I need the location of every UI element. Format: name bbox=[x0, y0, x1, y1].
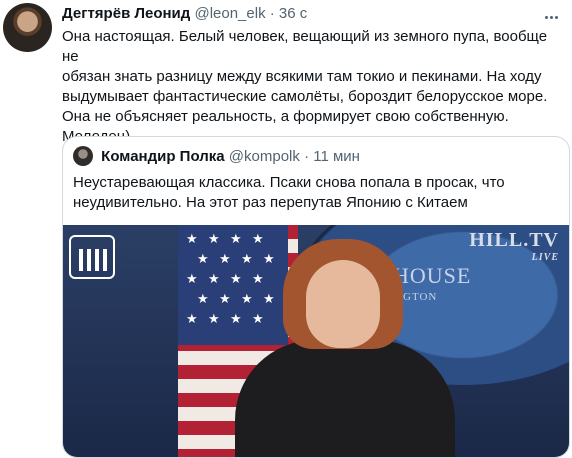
quoted-tweet-header: Командир Полка @kompolk · 11 мин bbox=[73, 146, 360, 166]
separator-dot: · bbox=[269, 5, 275, 22]
tweet-text: Она настоящая. Белый человек, вещающий и… bbox=[62, 28, 548, 145]
flag-canton: ★ ★ ★ ★ ★ ★ ★ ★ ★ ★ ★ ★ ★ ★ ★ ★ ★ ★ ★ ★ bbox=[178, 225, 288, 345]
tweet-time[interactable]: 36 с bbox=[279, 5, 307, 22]
background-text: HOUSE bbox=[393, 263, 472, 288]
quoted-author-handle: @kompolk bbox=[228, 148, 300, 165]
tweet-header: Дегтярёв Леонид @leon_elk · 36 с bbox=[62, 5, 552, 25]
person-body bbox=[235, 340, 455, 457]
quoted-author-avatar bbox=[73, 146, 93, 166]
watermark-sub: LIVE bbox=[531, 252, 559, 263]
quoted-media-image[interactable]: HOUSE GTON ★ ★ ★ ★ ★ ★ ★ ★ ★ ★ ★ ★ ★ ★ ★ ★ ★ ★ ★ ★ HILL… bbox=[63, 225, 569, 457]
background-text-2: GTON bbox=[403, 291, 438, 303]
quoted-tweet-text: Неустаревающая классика. Псаки снова поп… bbox=[73, 174, 505, 211]
author-handle[interactable]: @leon_elk bbox=[194, 5, 265, 22]
quoted-separator-dot: · bbox=[304, 148, 310, 165]
more-horizontal-icon[interactable] bbox=[544, 2, 560, 19]
quoted-author-name: Командир Полка bbox=[101, 148, 225, 165]
watermark-logo: HILL.TV LIVE bbox=[469, 229, 559, 267]
author-name[interactable]: Дегтярёв Леонид bbox=[62, 5, 190, 22]
author-avatar[interactable] bbox=[3, 3, 52, 52]
quoted-tweet-card[interactable]: Командир Полка @kompolk · 11 мин Неустар… bbox=[62, 136, 570, 458]
network-logo-icon bbox=[69, 235, 115, 279]
person-face bbox=[306, 260, 380, 348]
watermark-main: HILL.TV bbox=[469, 229, 559, 251]
quoted-tweet-time: 11 мин bbox=[313, 148, 360, 165]
